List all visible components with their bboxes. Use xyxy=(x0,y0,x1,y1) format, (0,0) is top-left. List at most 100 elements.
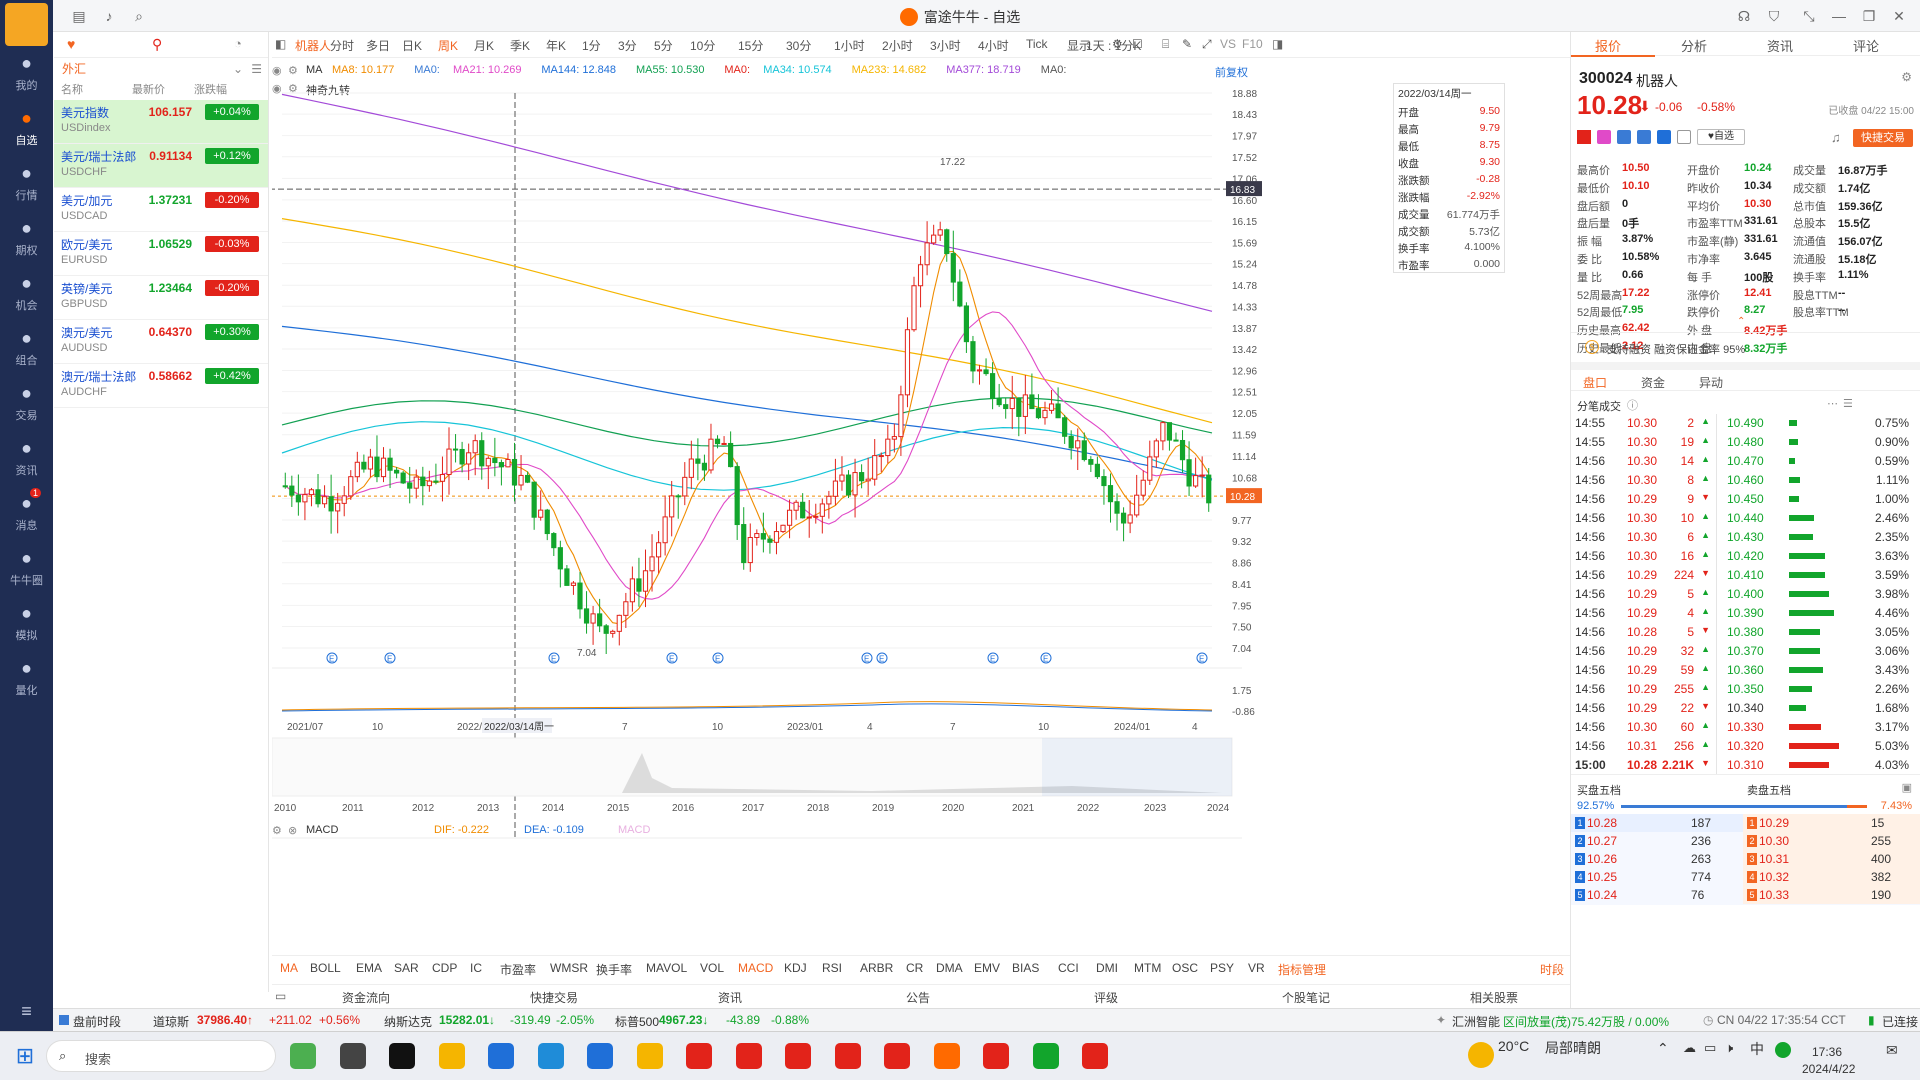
watchlist-row[interactable]: 欧元/美元 EURUSD 1.06529 -0.03% xyxy=(54,232,268,276)
watchlist-row[interactable]: 美元/瑞士法郎 USDCHF 0.91134 +0.12% xyxy=(54,144,268,188)
watchlist-row[interactable]: 美元/加元 USDCAD 1.37231 -0.20% xyxy=(54,188,268,232)
sub-tab[interactable]: 异动 xyxy=(1699,374,1723,391)
bell-icon[interactable]: ♪ xyxy=(100,7,118,25)
indicator-tab[interactable]: 指标管理 xyxy=(1278,961,1326,978)
nav-options[interactable]: ● 期权 xyxy=(0,217,53,258)
gear-icon[interactable]: ⚙ xyxy=(1901,70,1912,84)
taskview-icon[interactable] xyxy=(339,1043,366,1069)
search-icon[interactable]: ⌕ xyxy=(130,7,148,25)
heart-icon[interactable]: ♥ xyxy=(67,36,75,52)
settings-icon[interactable]: ⚙ xyxy=(272,824,282,837)
macd-label[interactable]: MACD xyxy=(306,824,338,836)
panel-icon[interactable]: ▭ xyxy=(275,989,286,1003)
indicator-tab[interactable]: 市盈率 xyxy=(500,961,536,978)
nav-quant[interactable]: ● 量化 xyxy=(0,657,53,698)
avatar[interactable] xyxy=(5,3,48,46)
fullscreen-icon[interactable]: ⤢ xyxy=(1202,37,1212,52)
sub-tab[interactable]: 资金 xyxy=(1641,374,1665,391)
book-row[interactable]: 1 10.28 187 1 10.29 15 xyxy=(1571,814,1920,833)
quick-trade-button[interactable]: 快捷交易 xyxy=(1853,129,1913,147)
indicator-tab[interactable]: BIAS xyxy=(1012,961,1039,975)
shirt-icon[interactable]: ⛉ xyxy=(1765,7,1783,25)
nav-community[interactable]: ● 牛牛圈 xyxy=(0,547,53,588)
chevron-down-icon[interactable]: ⌄ xyxy=(233,58,243,80)
watchlist-row[interactable]: 英镑/美元 GBPUSD 1.23464 -0.20% xyxy=(54,276,268,320)
indicator-tab[interactable]: IC xyxy=(470,961,482,975)
app-icon[interactable] xyxy=(884,1043,910,1069)
period-tab[interactable]: 30分 xyxy=(786,37,811,54)
folder-icon[interactable] xyxy=(636,1043,663,1069)
taskbar-search[interactable]: ⌕ 搜索 xyxy=(46,1040,276,1072)
nav-news[interactable]: ● 资讯 xyxy=(0,437,53,478)
kline-chart[interactable]: 18.8818.8818.4318.4317.9717.9717.5217.52… xyxy=(272,58,1570,958)
minimize-icon[interactable]: — xyxy=(1830,7,1848,25)
indicator-tab[interactable]: CCI xyxy=(1058,961,1079,975)
bottom-tab[interactable]: 资讯 xyxy=(718,989,742,1006)
period-tab[interactable]: 周K xyxy=(438,37,458,54)
panel-toggle-icon[interactable]: ◨ xyxy=(1272,37,1283,51)
more-menu-icon[interactable]: ≡ xyxy=(0,1000,53,1025)
bottom-tab[interactable]: 资金流向 xyxy=(342,989,390,1006)
nav-watchlist[interactable]: ● 自选 xyxy=(0,107,53,148)
indicator-tab[interactable]: VR xyxy=(1248,961,1265,975)
bottom-tab[interactable]: 个股笔记 xyxy=(1282,989,1330,1006)
bottom-tab[interactable]: 公告 xyxy=(906,989,930,1006)
alert-bell-icon[interactable]: ♫ xyxy=(1831,130,1841,145)
more-icon[interactable]: ⋯ xyxy=(1827,397,1838,410)
collapse-icon[interactable]: ⤡ xyxy=(1800,7,1818,25)
history-icon[interactable]: ◔ xyxy=(234,36,242,51)
indicator-tab[interactable]: MACD xyxy=(738,961,773,975)
notification-icon[interactable]: ✉ xyxy=(1886,1042,1898,1059)
widget-icon[interactable] xyxy=(290,1043,316,1069)
ime-indicator[interactable]: 中 xyxy=(1750,1039,1764,1059)
period-tab[interactable]: 分时 xyxy=(330,37,354,54)
app-icon[interactable] xyxy=(983,1043,1009,1069)
watchlist-category[interactable]: 外汇 ⌄ ☰ xyxy=(54,58,268,80)
maximize-icon[interactable]: ❐ xyxy=(1860,7,1878,25)
header-price[interactable]: 最新价 xyxy=(132,80,165,100)
list-menu-icon[interactable]: ☰ xyxy=(251,58,262,80)
indicator-tab[interactable]: OSC xyxy=(1172,961,1198,975)
indicator-tab[interactable]: CR xyxy=(906,961,923,975)
info-icon[interactable]: ⓘ xyxy=(1627,397,1638,413)
sub-tab[interactable]: 盘口 xyxy=(1583,374,1607,391)
indicator-tab[interactable]: DMI xyxy=(1096,961,1118,975)
windows-start-icon[interactable]: ⊞ xyxy=(12,1043,38,1069)
nav-message[interactable]: ● 消息 1 xyxy=(0,488,53,533)
f10-button[interactable]: F10 xyxy=(1242,37,1263,51)
margin-icon[interactable] xyxy=(1617,130,1631,144)
volume-icon[interactable]: 🕨 xyxy=(1725,1040,1733,1056)
chevron-up-icon[interactable]: ⌃ xyxy=(1657,1040,1669,1057)
nav-user[interactable]: ● 我的 xyxy=(0,52,53,93)
period-tab[interactable]: 2小时 xyxy=(882,37,913,54)
watchlist-row[interactable]: 美元指数 USDindex 106.157 +0.04% xyxy=(54,100,268,144)
indicator-tab[interactable]: CDP xyxy=(432,961,457,975)
clock-date[interactable]: 2024/4/22 xyxy=(1802,1062,1855,1076)
network-icon[interactable]: ▭ xyxy=(1704,1040,1716,1056)
period-tab[interactable]: 10分 xyxy=(690,37,715,54)
period-tab[interactable]: 1分 xyxy=(582,37,601,54)
settings-icon[interactable]: ⚙ xyxy=(1112,37,1123,51)
futu-app-icon[interactable] xyxy=(933,1043,960,1069)
period-tab[interactable]: 4小时 xyxy=(978,37,1009,54)
expand-icon[interactable]: ▣ xyxy=(1902,781,1912,794)
header-change[interactable]: 涨跌幅 xyxy=(194,80,227,100)
pin-icon[interactable]: ⚲ xyxy=(152,36,162,53)
stock-name-tab[interactable]: 机器人 xyxy=(295,37,331,54)
book-row[interactable]: 2 10.27 236 2 10.30 255 xyxy=(1571,832,1920,851)
period-tab[interactable]: 1小时 xyxy=(834,37,865,54)
menu-icon[interactable]: ▤ xyxy=(70,7,88,25)
period-tab[interactable]: 季K xyxy=(510,37,530,54)
book-row[interactable]: 5 10.24 76 5 10.33 190 xyxy=(1571,886,1920,905)
indicator-tab[interactable]: MTM xyxy=(1134,961,1161,975)
dow-label[interactable]: 道琼斯 xyxy=(153,1013,189,1030)
period-tab[interactable]: 年K xyxy=(546,37,566,54)
period-tab[interactable]: Tick xyxy=(1026,37,1048,51)
store-icon[interactable] xyxy=(488,1043,514,1069)
indicator-tab[interactable]: PSY xyxy=(1210,961,1234,975)
nasdaq-label[interactable]: 纳斯达克 xyxy=(384,1013,432,1030)
wechat-tray-icon[interactable] xyxy=(1775,1042,1791,1058)
close-icon[interactable]: ⊗ xyxy=(288,824,297,837)
indicator-tab[interactable]: ARBR xyxy=(860,961,893,975)
period-tab[interactable]: 3分 xyxy=(618,37,637,54)
